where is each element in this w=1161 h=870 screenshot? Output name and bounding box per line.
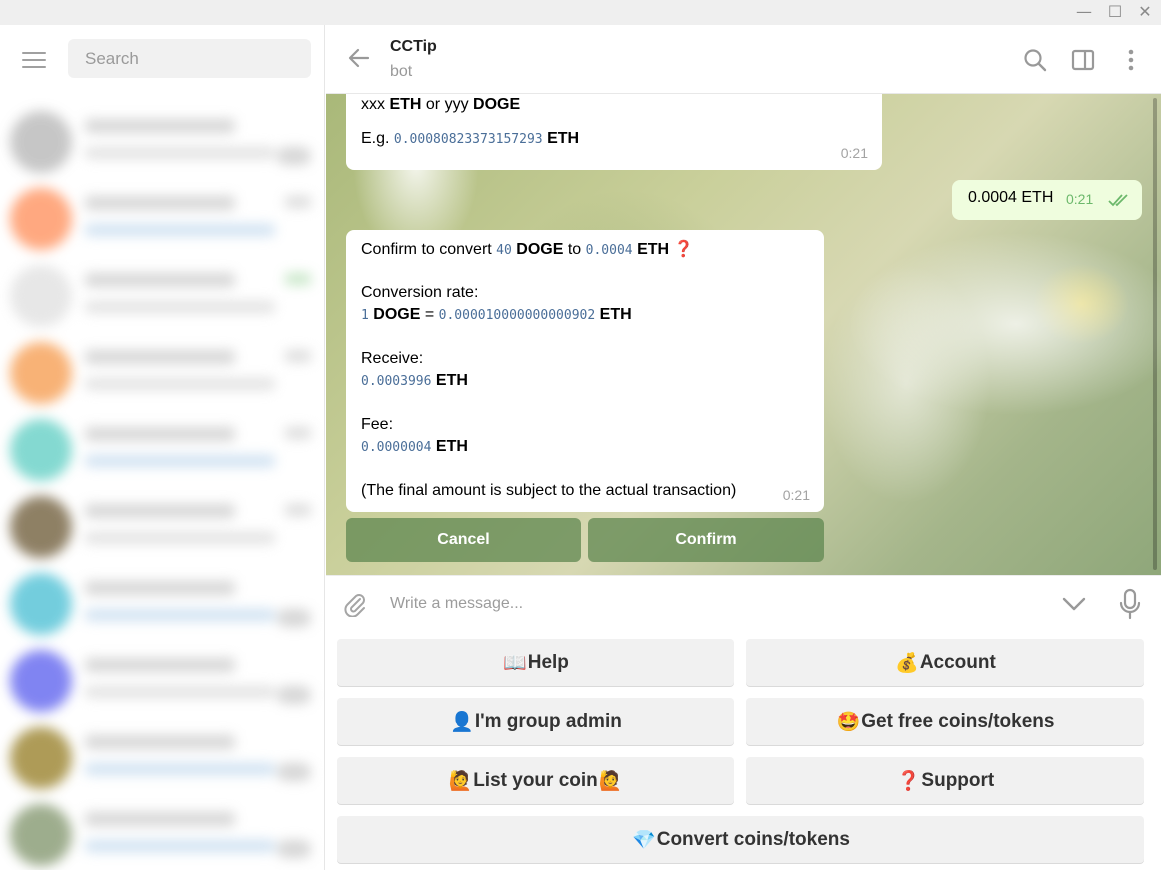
attach-icon[interactable]	[342, 591, 368, 617]
back-arrow-icon[interactable]	[346, 45, 372, 71]
account-button[interactable]: 💰 Account	[746, 639, 1144, 686]
bot-reply-keyboard: 📖 Help 💰 Account 👤 I'm group admin 🤩 Get fre…	[326, 632, 1161, 870]
message-time: 0:21	[840, 145, 868, 161]
message-input[interactable]	[390, 590, 1030, 618]
message-line: xxx ETH or yyy DOGE	[361, 96, 521, 113]
question-mark-icon: ❓	[673, 239, 694, 258]
chat-messages-area[interactable]: xxx ETH or yyy DOGE E.g. 0.0008082337315…	[326, 94, 1161, 575]
chat-list-item[interactable]	[0, 488, 325, 565]
money-bag-icon: 💰	[895, 652, 919, 674]
search-input[interactable]	[68, 39, 311, 78]
menu-icon[interactable]	[22, 52, 46, 70]
fee-label: Fee:	[361, 416, 394, 433]
rate-label: Conversion rate:	[361, 284, 479, 301]
message-bubble[interactable]: xxx ETH or yyy DOGE E.g. 0.0008082337315…	[346, 94, 882, 170]
chat-header: CCTip bot	[326, 25, 1161, 94]
help-button[interactable]: 📖 Help	[337, 639, 734, 686]
cancel-button[interactable]: Cancel	[346, 518, 581, 562]
message-time: 0:21	[1066, 191, 1094, 207]
chevron-down-icon[interactable]	[1061, 593, 1087, 615]
chat-list-item[interactable]	[0, 411, 325, 488]
sidebar	[0, 25, 325, 870]
gem-icon: 💎	[632, 829, 656, 851]
chat-list-item[interactable]	[0, 103, 325, 180]
more-options-icon[interactable]	[1118, 47, 1144, 73]
note-text: (The final amount is subject to the actu…	[361, 482, 737, 499]
support-button[interactable]: ❓ Support	[746, 757, 1144, 804]
chat-list	[0, 103, 325, 870]
chat-status: bot	[390, 63, 413, 80]
chat-list-item[interactable]	[0, 796, 325, 870]
message-line: E.g. 0.00080823373157293 ETH	[361, 130, 580, 147]
chat-list-item[interactable]	[0, 642, 325, 719]
message-time: 0:21	[782, 487, 810, 503]
free-coins-button[interactable]: 🤩 Get free coins/tokens	[746, 698, 1144, 745]
search-icon[interactable]	[1022, 47, 1048, 73]
book-icon: 📖	[503, 652, 527, 674]
message-composer	[326, 575, 1161, 632]
raising-hand-icon: 🙋	[598, 770, 623, 792]
list-coin-button[interactable]: 🙋 List your coin 🙋	[337, 757, 734, 804]
chat-list-item[interactable]	[0, 719, 325, 796]
outgoing-message-bubble[interactable]: 0.0004 ETH 0:21	[952, 180, 1142, 220]
confirm-message-bubble[interactable]: Confirm to convert 40 DOGE to 0.0004 ETH…	[346, 230, 824, 512]
person-icon: 👤	[450, 711, 474, 733]
message-line: 0.0003996 ETH	[361, 372, 468, 389]
message-line: Confirm to convert 40 DOGE to 0.0004 ETH…	[361, 239, 694, 258]
chat-list-item[interactable]	[0, 257, 325, 334]
read-checkmarks-icon	[1108, 194, 1128, 207]
message-text: 0.0004 ETH	[968, 189, 1054, 206]
message-line: 1 DOGE = 0.000010000000000902 ETH	[361, 306, 632, 323]
chat-list-item[interactable]	[0, 334, 325, 411]
scrollbar[interactable]	[1153, 98, 1157, 570]
message-line: 0.0000004 ETH	[361, 438, 468, 455]
microphone-icon[interactable]	[1117, 588, 1143, 620]
title-bar: — ☐ ✕	[0, 0, 1161, 25]
chat-list-item[interactable]	[0, 180, 325, 257]
question-mark-icon: ❓	[896, 770, 921, 792]
maximize-button[interactable]: ☐	[1107, 4, 1123, 20]
example-value: 0.00080823373157293	[393, 132, 543, 147]
close-window-button[interactable]: ✕	[1137, 4, 1153, 20]
side-panel-icon[interactable]	[1070, 47, 1096, 73]
chat-list-item[interactable]	[0, 565, 325, 642]
convert-coins-button[interactable]: 💎 Convert coins/tokens	[337, 816, 1144, 863]
minimize-button[interactable]: —	[1076, 4, 1092, 20]
raising-hand-icon: 🙋	[448, 770, 473, 792]
confirm-button[interactable]: Confirm	[588, 518, 824, 562]
receive-label: Receive:	[361, 350, 424, 367]
group-admin-button[interactable]: 👤 I'm group admin	[337, 698, 734, 745]
star-eyes-icon: 🤩	[836, 711, 861, 733]
chat-title[interactable]: CCTip	[390, 38, 437, 56]
